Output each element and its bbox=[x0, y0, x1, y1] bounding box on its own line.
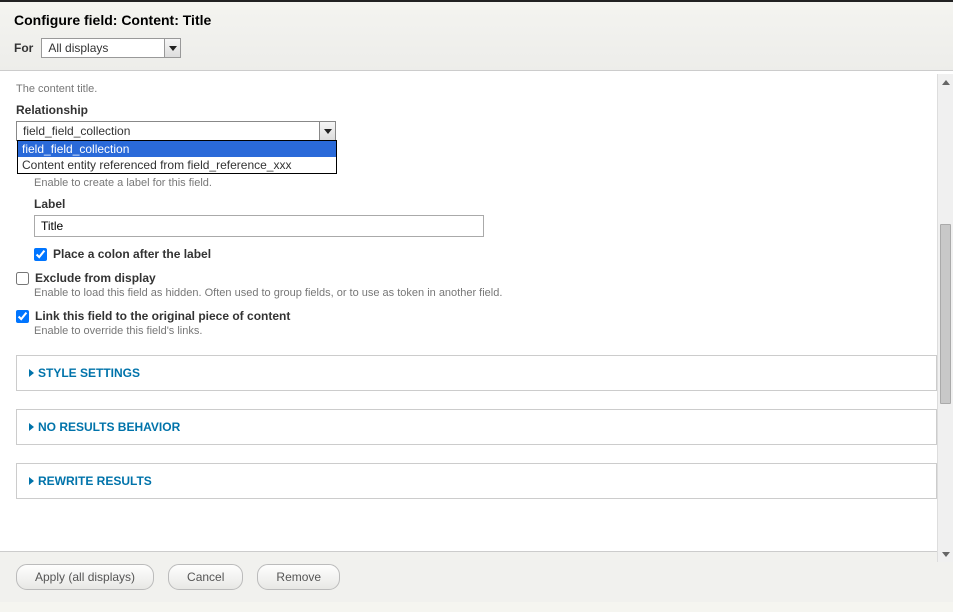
exclude-checkbox[interactable] bbox=[16, 272, 29, 285]
link-label: Link this field to the original piece of… bbox=[35, 309, 290, 323]
scroll-down-icon[interactable] bbox=[938, 546, 953, 562]
rewrite-results-legend[interactable]: REWRITE RESULTS bbox=[29, 474, 924, 488]
remove-button[interactable]: Remove bbox=[257, 564, 340, 590]
colon-checkbox[interactable] bbox=[34, 248, 47, 261]
for-select-value: All displays bbox=[42, 39, 164, 57]
relationship-option[interactable]: Content entity referenced from field_ref… bbox=[18, 157, 336, 173]
style-settings-label: STYLE SETTINGS bbox=[38, 366, 140, 380]
style-settings-legend[interactable]: STYLE SETTINGS bbox=[29, 366, 924, 380]
dialog-title: Configure field: Content: Title bbox=[14, 12, 939, 28]
label-input[interactable] bbox=[34, 215, 484, 237]
exclude-help: Enable to load this field as hidden. Oft… bbox=[34, 287, 937, 299]
for-row: For All displays bbox=[14, 38, 939, 58]
colon-checkbox-row: Place a colon after the label bbox=[34, 247, 937, 261]
relationship-label: Relationship bbox=[16, 103, 937, 117]
dialog-footer: Apply (all displays) Cancel Remove bbox=[0, 551, 953, 602]
for-select[interactable]: All displays bbox=[41, 38, 181, 58]
scrollbar-thumb[interactable] bbox=[940, 224, 951, 404]
link-checkbox[interactable] bbox=[16, 310, 29, 323]
rewrite-results-label: REWRITE RESULTS bbox=[38, 474, 152, 488]
exclude-checkbox-row: Exclude from display bbox=[16, 271, 937, 285]
chevron-down-icon[interactable] bbox=[319, 122, 335, 140]
scroll-up-icon[interactable] bbox=[938, 74, 953, 90]
relationship-dropdown: field_field_collection Content entity re… bbox=[17, 140, 337, 174]
for-label: For bbox=[14, 41, 33, 55]
rewrite-results-fieldset[interactable]: REWRITE RESULTS bbox=[16, 463, 937, 499]
exclude-label: Exclude from display bbox=[35, 271, 156, 285]
relationship-select[interactable]: field_field_collection field_field_colle… bbox=[16, 121, 336, 141]
no-results-label: NO RESULTS BEHAVIOR bbox=[38, 420, 180, 434]
label-section: Enable to create a label for this field.… bbox=[34, 177, 937, 261]
no-results-legend[interactable]: NO RESULTS BEHAVIOR bbox=[29, 420, 924, 434]
no-results-fieldset[interactable]: NO RESULTS BEHAVIOR bbox=[16, 409, 937, 445]
relationship-option[interactable]: field_field_collection bbox=[18, 141, 336, 157]
link-checkbox-row: Link this field to the original piece of… bbox=[16, 309, 937, 323]
caret-right-icon bbox=[29, 369, 34, 377]
dialog-content: The content title. Relationship field_fi… bbox=[0, 71, 953, 551]
label-field-label: Label bbox=[34, 197, 937, 211]
create-label-help: Enable to create a label for this field. bbox=[34, 177, 937, 189]
style-settings-fieldset[interactable]: STYLE SETTINGS bbox=[16, 355, 937, 391]
dialog-header: Configure field: Content: Title For All … bbox=[0, 2, 953, 71]
caret-right-icon bbox=[29, 423, 34, 431]
content-description: The content title. bbox=[16, 83, 937, 95]
chevron-down-icon[interactable] bbox=[164, 39, 180, 57]
caret-right-icon bbox=[29, 477, 34, 485]
scrollbar[interactable] bbox=[937, 74, 953, 562]
colon-label: Place a colon after the label bbox=[53, 247, 211, 261]
link-help: Enable to override this field's links. bbox=[34, 325, 937, 337]
apply-button[interactable]: Apply (all displays) bbox=[16, 564, 154, 590]
cancel-button[interactable]: Cancel bbox=[168, 564, 243, 590]
relationship-value: field_field_collection bbox=[17, 122, 319, 140]
